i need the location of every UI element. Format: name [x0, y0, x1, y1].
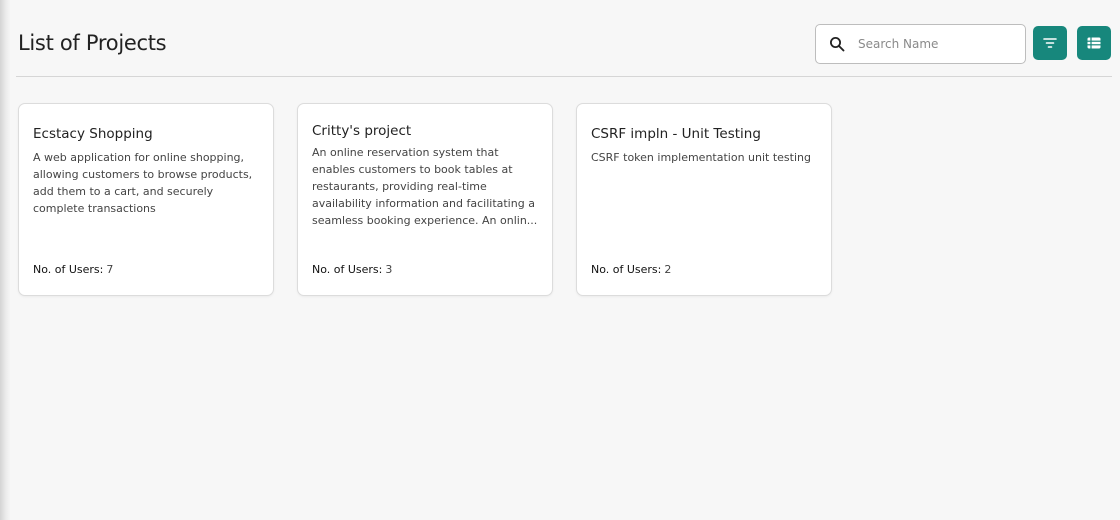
search-icon	[830, 37, 845, 52]
project-users: No. of Users: 7	[33, 263, 113, 276]
list-view-icon	[1087, 37, 1101, 49]
users-label: No. of Users:	[312, 263, 383, 276]
page-header: List of Projects	[16, 22, 1112, 66]
users-count: 7	[106, 263, 114, 276]
project-title: Critty's project	[312, 123, 412, 139]
filter-button[interactable]	[1033, 26, 1067, 60]
list-view-button[interactable]	[1077, 26, 1111, 60]
project-description: CSRF token implementation unit testing	[591, 151, 811, 164]
project-card[interactable]: Critty's project An online reservation s…	[297, 103, 553, 296]
header-divider	[16, 76, 1112, 77]
project-users: No. of Users: 2	[591, 263, 671, 276]
filter-icon	[1043, 38, 1057, 48]
project-card[interactable]: CSRF impln - Unit Testing CSRF token imp…	[576, 103, 832, 296]
search-input[interactable]	[858, 33, 1018, 55]
project-users: No. of Users: 3	[312, 263, 392, 276]
project-description: An online reservation system that enable…	[312, 146, 538, 227]
users-label: No. of Users:	[33, 263, 104, 276]
users-label: No. of Users:	[591, 263, 662, 276]
project-title: CSRF impln - Unit Testing	[591, 126, 761, 142]
projects-page: List of Projects Ec	[0, 0, 1120, 520]
users-count: 3	[385, 263, 393, 276]
project-title: Ecstacy Shopping	[33, 126, 153, 142]
project-card[interactable]: Ecstacy Shopping A web application for o…	[18, 103, 274, 296]
project-description: A web application for online shopping, a…	[33, 151, 253, 215]
users-count: 2	[664, 263, 672, 276]
page-title: List of Projects	[18, 31, 167, 55]
search-box[interactable]	[815, 24, 1026, 64]
sidebar-edge	[0, 0, 10, 520]
